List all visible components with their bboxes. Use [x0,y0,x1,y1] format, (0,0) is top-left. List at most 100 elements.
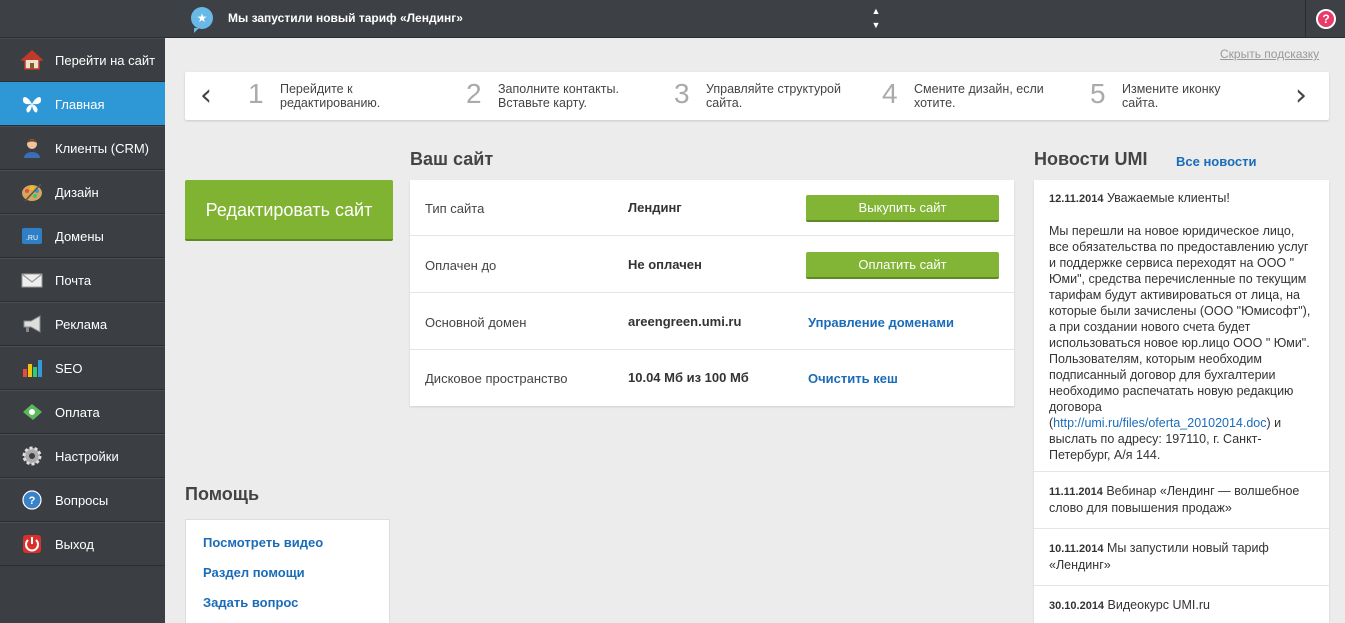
sidebar-item-questions[interactable]: ? Вопросы [0,478,165,522]
site-row-key: Дисковое пространство [425,371,568,386]
news-item: 11.11.2014 Вебинар «Лендинг — волшебное … [1034,472,1329,529]
sidebar-item-label: Настройки [55,449,119,464]
sidebar-item-domains[interactable]: .RU Домены [0,214,165,258]
news-body: Мы перешли на новое юридическое лицо, вс… [1049,223,1314,463]
watch-video-link[interactable]: Посмотреть видео [203,535,323,550]
sidebar-item-label: Главная [55,97,105,112]
sidebar-item-design[interactable]: Дизайн [0,170,165,214]
sidebar-item-label: Почта [55,273,92,288]
site-title: Ваш сайт [410,149,494,169]
hint-step-text: Смените дизайн, если хотите. [914,82,1044,110]
sidebar-item-label: Выход [55,537,94,552]
palette-icon [22,183,42,202]
news-body-text: Мы перешли на новое юридическое лицо, вс… [1049,224,1311,430]
sidebar-item-goto-site[interactable]: Перейти на сайт [0,38,165,82]
site-row-value: Лендинг [628,200,682,215]
clear-cache-link[interactable]: Очистить кеш [808,371,898,386]
sidebar-item-label: Оплата [55,405,100,420]
news-panel: 12.11.2014 Уважаемые клиенты! Мы перешли… [1034,180,1329,623]
pay-site-button[interactable]: Оплатить сайт [806,252,999,279]
help-panel: Посмотреть видео Раздел помощи Задать во… [185,519,390,623]
hint-step-text: Измените иконку сайта. [1122,82,1221,110]
hide-hint-link[interactable]: Скрыть подсказку [1220,47,1319,61]
bar-chart-icon [23,360,42,377]
sidebar-item-label: Вопросы [55,493,109,508]
edit-site-button[interactable]: Редактировать сайт [185,180,393,241]
hint-step-text: Заполните контакты. Вставьте карту. [498,82,619,110]
top-bar: ★ Мы запустили новый тариф «Лендинг» ▲ ▼… [0,0,1345,38]
site-row-key: Тип сайта [425,201,485,216]
question-icon: ? [22,490,42,510]
news-date: 30.10.2014 [1049,600,1105,612]
home-icon [21,50,43,70]
site-row-key: Основной домен [425,315,527,330]
news-date: 10.11.2014 [1049,543,1104,555]
site-row-disk: Дисковое пространство 10.04 Мб из 100 Мб… [410,350,1014,406]
site-row-value: 10.04 Мб из 100 Мб [628,370,749,385]
site-panel: Тип сайта Лендинг Выкупить сайт Оплачен … [410,180,1014,406]
help-button[interactable]: ? [1305,0,1345,38]
star-bubble-icon: ★ [191,7,213,33]
hint-step-number: 1 [248,78,264,109]
hint-step-number: 2 [466,78,482,109]
payment-icon [23,404,42,420]
news-headline[interactable]: Видеокурс UMI.ru [1108,598,1210,612]
sidebar-item-crm[interactable]: Клиенты (CRM) [0,126,165,170]
site-row-key: Оплачен до [425,258,497,273]
arrow-up-icon[interactable]: ▲ [870,4,882,18]
buy-site-button[interactable]: Выкупить сайт [806,195,999,222]
sidebar-item-label: Реклама [55,317,108,332]
mail-icon [21,273,43,288]
news-link[interactable]: http://umi.ru/files/oferta_20102014.doc [1053,416,1266,430]
power-icon [23,535,41,553]
site-row-value: areengreen.umi.ru [628,314,742,329]
hint-bar: ‹ 1 Перейдите к редактированию. 2 Заполн… [185,72,1329,120]
help-section-link[interactable]: Раздел помощи [203,565,305,580]
sidebar-item-settings[interactable]: Настройки [0,434,165,478]
hint-step-text: Перейдите к редактированию. [280,82,381,110]
sidebar-item-label: Клиенты (CRM) [55,141,150,156]
hint-step-number: 3 [674,78,690,109]
arrow-down-icon[interactable]: ▼ [870,18,882,32]
hint-step-number: 4 [882,78,898,109]
ask-question-link[interactable]: Задать вопрос [203,595,298,610]
chevron-left-icon[interactable]: ‹ [200,78,212,113]
domain-icon-text: .RU [26,235,38,242]
all-news-link[interactable]: Все новости [1176,154,1256,169]
chevron-right-icon[interactable]: › [1295,78,1307,113]
question-icon: ? [1316,9,1336,29]
notice-text[interactable]: Мы запустили новый тариф «Лендинг» [228,11,463,25]
site-row-type: Тип сайта Лендинг Выкупить сайт [410,180,1014,236]
hint-step-number: 5 [1090,78,1106,109]
sidebar-item-label: Перейти на сайт [55,53,156,68]
sidebar: Перейти на сайт Главная Клиенты (CRM) Ди… [0,38,165,623]
notice-arrows: ▲ ▼ [870,4,882,32]
site-row-paid-until: Оплачен до Не оплачен Оплатить сайт [410,237,1014,293]
news-item: 12.11.2014 Уважаемые клиенты! Мы перешли… [1034,180,1329,472]
news-date: 12.11.2014 [1049,193,1104,205]
sidebar-item-home[interactable]: Главная [0,82,165,126]
user-icon [24,139,40,158]
sidebar-item-payment[interactable]: Оплата [0,390,165,434]
news-title: Новости UMI [1034,149,1148,169]
sidebar-item-label: SEO [55,361,83,376]
news-item: 10.11.2014 Мы запустили новый тариф «Лен… [1034,529,1329,586]
news-item: 30.10.2014 Видеокурс UMI.ru [1034,586,1329,623]
sidebar-item-seo[interactable]: SEO [0,346,165,390]
sidebar-item-label: Домены [55,229,104,244]
megaphone-icon [23,315,41,333]
sidebar-item-label: Дизайн [55,185,99,200]
sidebar-item-mail[interactable]: Почта [0,258,165,302]
question-icon-glyph: ? [29,495,36,507]
site-row-domain: Основной домен areengreen.umi.ru Управле… [410,294,1014,350]
gear-icon [22,446,42,466]
butterfly-icon [22,97,42,113]
site-row-value: Не оплачен [628,257,702,272]
sidebar-item-ads[interactable]: Реклама [0,302,165,346]
news-headline[interactable]: Уважаемые клиенты! [1107,191,1230,205]
hint-step-text: Управляйте структурой сайта. [706,82,841,110]
help-title: Помощь [185,484,260,504]
domain-icon: .RU [22,228,42,244]
manage-domains-link[interactable]: Управление доменами [808,315,954,330]
sidebar-item-logout[interactable]: Выход [0,522,165,566]
